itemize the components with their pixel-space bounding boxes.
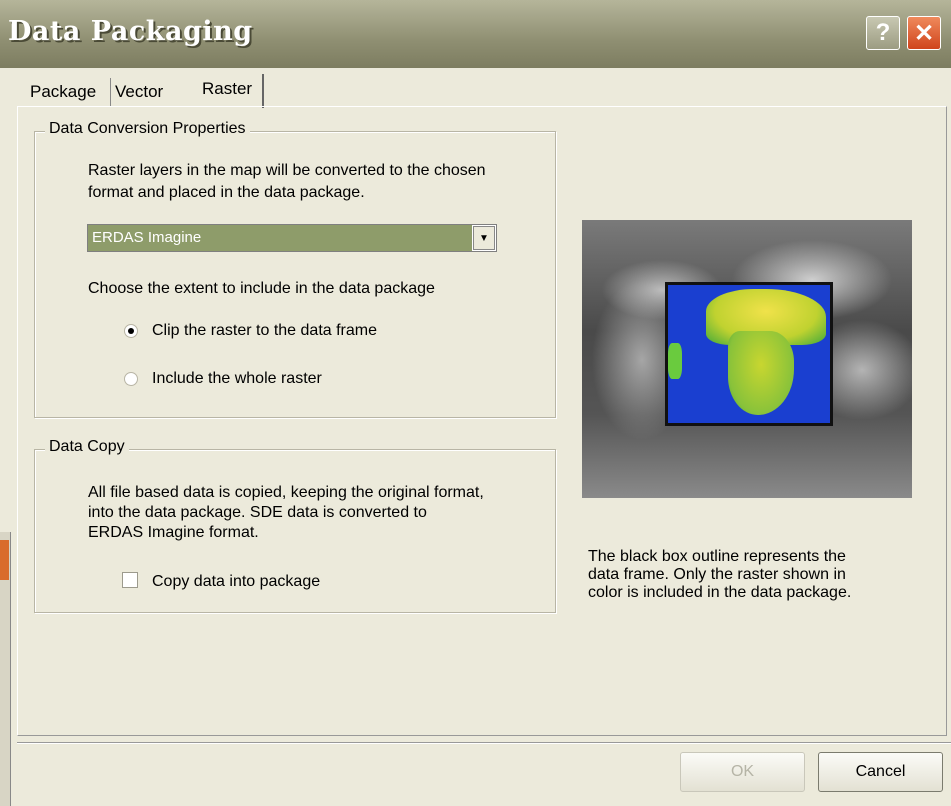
- help-button[interactable]: ?: [866, 16, 900, 50]
- raster-preview-image: [582, 220, 912, 498]
- data-copy-legend: Data Copy: [45, 438, 129, 456]
- clip-raster-label[interactable]: Clip the raster to the data frame: [152, 321, 377, 341]
- data-frame-box: [665, 282, 833, 426]
- clip-raster-radio[interactable]: [124, 324, 138, 338]
- ok-button[interactable]: OK: [680, 752, 805, 792]
- title-bar: Data Packaging ? ✕: [0, 0, 951, 68]
- cancel-button[interactable]: Cancel: [818, 752, 943, 792]
- button-separator: [17, 742, 951, 744]
- preview-caption-line1: The black box outline represents the: [588, 548, 846, 565]
- background-window-accent: [0, 540, 9, 580]
- data-conversion-legend: Data Conversion Properties: [45, 120, 250, 138]
- format-dropdown-value: ERDAS Imagine: [88, 225, 472, 251]
- extent-prompt: Choose the extent to include in the data…: [88, 280, 435, 297]
- preview-caption-line2: data frame. Only the raster shown in: [588, 566, 846, 583]
- copy-description-line3: ERDAS Imagine format.: [88, 524, 259, 541]
- whole-raster-radio[interactable]: [124, 372, 138, 386]
- tab-vector[interactable]: Vector: [110, 78, 167, 106]
- preview-land-west: [668, 343, 682, 379]
- tab-package[interactable]: Package: [26, 78, 100, 106]
- preview-caption-line3: color is included in the data package.: [588, 584, 852, 601]
- copy-description-line1: All file based data is copied, keeping t…: [88, 484, 484, 501]
- window-title: Data Packaging: [8, 16, 253, 47]
- copy-data-checkbox[interactable]: [122, 572, 138, 588]
- format-dropdown[interactable]: ERDAS Imagine ▼: [87, 224, 497, 252]
- conversion-description-line1: Raster layers in the map will be convert…: [88, 162, 486, 179]
- copy-data-label[interactable]: Copy data into package: [152, 572, 320, 592]
- close-button[interactable]: ✕: [907, 16, 941, 50]
- chevron-down-icon[interactable]: ▼: [473, 226, 495, 250]
- conversion-description-line2: format and placed in the data package.: [88, 184, 365, 201]
- preview-caption: The black box outline represents the dat…: [588, 548, 851, 602]
- whole-raster-label[interactable]: Include the whole raster: [152, 369, 322, 389]
- background-window-edge: [0, 532, 11, 806]
- tab-raster[interactable]: Raster: [194, 74, 265, 108]
- preview-land-south: [728, 331, 794, 415]
- copy-description-line2: into the data package. SDE data is conve…: [88, 504, 427, 521]
